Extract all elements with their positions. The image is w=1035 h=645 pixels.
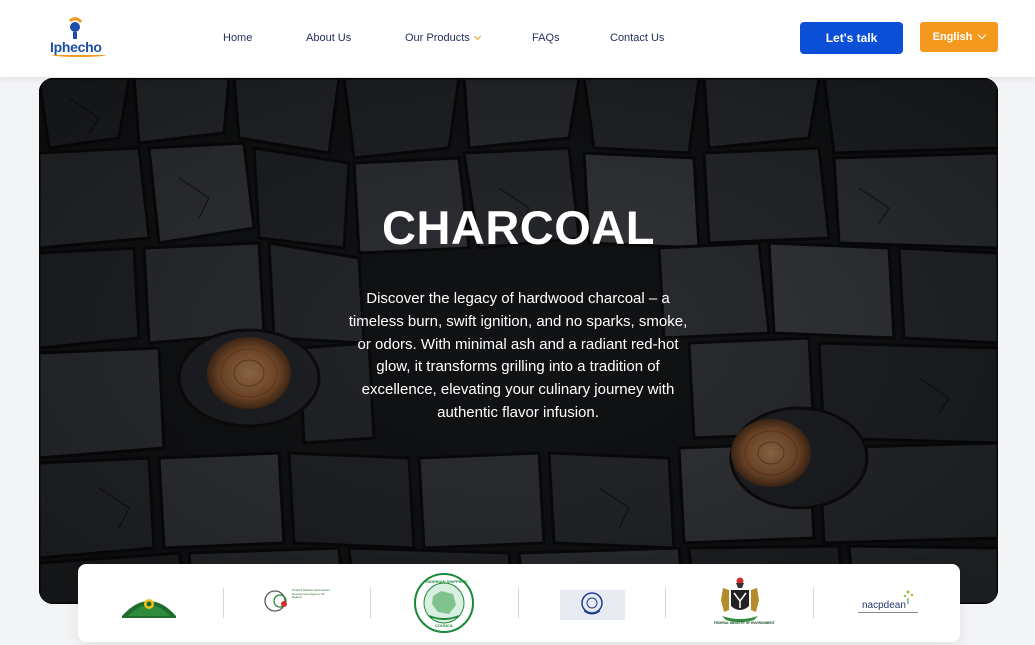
peacock-logo-icon [122, 599, 176, 618]
nigeria-coat-of-arms-icon [721, 577, 759, 622]
logo-swoosh [52, 53, 106, 57]
hero-description: Discover the legacy of hardwood charcoal… [348, 290, 688, 421]
divider [665, 588, 666, 618]
site-logo[interactable]: Iphecho [48, 17, 110, 59]
nav-our-products-label: Our Products [405, 32, 470, 44]
nacpdean-text: nacpdean [862, 600, 906, 611]
language-label: English [932, 31, 973, 43]
partner-logo-peacock[interactable] [120, 582, 178, 620]
partner-logo-shippers-council[interactable]: NIGERIAN SHIPPERS' COUNCIL [413, 572, 475, 634]
nav-contact-us[interactable]: Contact Us [610, 32, 664, 44]
chevron-down-icon [978, 30, 987, 40]
divider [518, 588, 519, 618]
partner-logo-smedan[interactable]: Small & Medium Enterprises Development A… [264, 586, 330, 616]
partner-logo-nacpdean[interactable]: nacpdean [858, 588, 920, 618]
nav-about-us[interactable]: About Us [306, 32, 351, 44]
hero-title: CHARCOAL [382, 201, 655, 254]
ministry-text: FEDERAL MINISTRY OF ENVIRONMENT [714, 621, 775, 625]
partner-logo-federal-ministry-environment[interactable]: FEDERAL MINISTRY OF ENVIRONMENT [714, 576, 775, 630]
shippers-council-top-text: NIGERIAN SHIPPERS' [426, 579, 468, 584]
lets-talk-button[interactable]: Let's talk [800, 22, 903, 54]
divider [813, 588, 814, 618]
nav-home[interactable]: Home [223, 32, 252, 44]
shippers-council-bottom-text: COUNCIL [435, 623, 454, 628]
nav-faqs[interactable]: FAQs [532, 32, 560, 44]
site-header: Iphecho Home About Us Our Products FAQs … [0, 0, 1035, 77]
ilo-logo-icon [560, 590, 625, 620]
partner-logo-ilo[interactable] [560, 590, 625, 620]
chevron-down-icon [473, 32, 481, 41]
language-select[interactable]: English [920, 22, 998, 52]
partner-logos-bar: Small & Medium Enterprises Development A… [78, 564, 960, 642]
smedan-text: Small & Medium Enterprises Development A… [292, 588, 330, 599]
logo-mark-icon [69, 17, 83, 39]
nav-our-products[interactable]: Our Products [405, 32, 481, 44]
smedan-logo-icon [264, 590, 287, 612]
hero-banner: CHARCOAL Discover the legacy of hardwood… [39, 78, 998, 604]
divider [223, 588, 224, 618]
divider [370, 588, 371, 618]
